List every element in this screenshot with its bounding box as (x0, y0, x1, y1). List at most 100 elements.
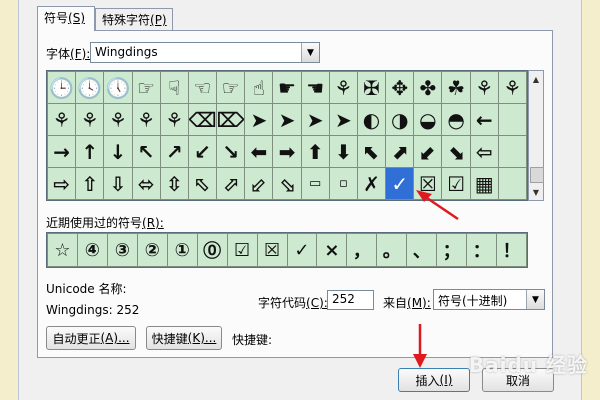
symbol-cell[interactable]: ⇳ (160, 168, 188, 199)
symbol-cell[interactable]: ↓ (104, 136, 132, 167)
recent-symbol-cell[interactable]: ☒ (257, 234, 287, 266)
symbol-cell[interactable]: ↗ (160, 136, 188, 167)
symbol-cell[interactable]: ⬃ (245, 168, 273, 199)
symbol-cell[interactable]: ☜ (188, 72, 217, 103)
symbol-cell[interactable]: ☟ (160, 72, 188, 103)
shortcut-button-label: 快捷键 (151, 331, 188, 346)
shortcut-button-key: (K)... (187, 331, 217, 345)
symbol-cell[interactable]: ◑ (386, 104, 414, 135)
symbol-cell[interactable]: ➤ (301, 104, 329, 135)
recent-symbol-cell[interactable]: ② (137, 234, 167, 266)
symbol-cell[interactable]: ⬉ (357, 136, 386, 167)
symbol-cell[interactable]: ⇨ (48, 168, 76, 199)
symbol-cell[interactable]: ➤ (329, 104, 357, 135)
scroll-thumb[interactable] (530, 167, 544, 183)
recent-symbol-cell[interactable]: ④ (77, 234, 107, 266)
symbol-cell[interactable]: 🕔 (104, 72, 132, 103)
symbol-cell[interactable]: ⌦ (217, 104, 245, 135)
symbol-cell[interactable]: ↘ (217, 136, 245, 167)
symbol-cell[interactable]: ⚘ (498, 72, 526, 103)
char-code-input[interactable]: 252 (327, 290, 374, 310)
symbol-cell[interactable] (498, 136, 526, 167)
tab-special-chars[interactable]: 特殊字符(P) (95, 8, 173, 30)
recent-symbol-cell[interactable]: ！ (497, 234, 526, 266)
recent-symbol-cell[interactable]: ⓪ (197, 234, 227, 266)
symbol-cell[interactable]: ☞ (132, 72, 160, 103)
chevron-down-icon[interactable]: ▼ (526, 290, 544, 309)
symbol-cell[interactable]: ◐ (357, 104, 386, 135)
symbol-cell[interactable]: ⚘ (48, 104, 76, 135)
symbol-cell[interactable]: ↑ (76, 136, 104, 167)
recent-symbol-cell[interactable]: ① (167, 234, 197, 266)
symbol-cell[interactable]: ⌫ (188, 104, 217, 135)
symbol-cell[interactable]: ← (470, 104, 498, 135)
tab-symbols[interactable]: 符号(S) (37, 6, 95, 31)
grid-scrollbar[interactable]: ▲ ▼ (528, 70, 544, 201)
recent-symbol-cell[interactable]: ☑ (227, 234, 257, 266)
symbol-cell[interactable]: ➤ (273, 104, 301, 135)
recent-symbol-cell[interactable]: ； (437, 234, 467, 266)
symbol-cell[interactable]: ✠ (357, 72, 386, 103)
recent-symbol-cell[interactable]: 、 (407, 234, 437, 266)
symbol-cell[interactable] (498, 168, 526, 199)
symbol-cell[interactable]: ⚘ (104, 104, 132, 135)
symbol-cell[interactable]: ☛ (273, 72, 301, 103)
font-label-text: 字体 (46, 47, 71, 61)
from-select[interactable]: 符号(十进制) ▼ (433, 289, 545, 310)
symbol-cell[interactable]: ◓ (442, 104, 470, 135)
symbol-cell[interactable]: ⚘ (160, 104, 188, 135)
symbol-cell[interactable]: ⬄ (132, 168, 160, 199)
recent-symbol-cell[interactable]: ， (347, 234, 377, 266)
recent-symbol-cell[interactable]: × (317, 234, 347, 266)
symbol-cell[interactable]: ⇧ (76, 168, 104, 199)
symbol-cell[interactable]: ⚘ (132, 104, 160, 135)
insert-label: 插入 (415, 373, 440, 388)
recent-symbol-cell[interactable]: ☆ (48, 234, 77, 266)
recent-symbol-cell[interactable]: ✓ (287, 234, 317, 266)
symbol-cell[interactable]: ⬇ (329, 136, 357, 167)
symbol-cell[interactable]: ◒ (414, 104, 442, 135)
symbol-cell[interactable]: ➤ (245, 104, 273, 135)
symbol-cell[interactable]: ☝ (245, 72, 273, 103)
symbol-cell[interactable]: ✤ (414, 72, 442, 103)
recent-symbol-cell[interactable]: 。 (377, 234, 407, 266)
symbol-cell[interactable]: ⬂ (273, 168, 301, 199)
font-select[interactable]: Wingdings ▼ (90, 42, 320, 63)
chevron-down-icon[interactable]: ▼ (301, 43, 319, 62)
symbol-cell[interactable]: ⚘ (329, 72, 357, 103)
symbol-cell[interactable]: 🕒 (48, 72, 76, 103)
symbol-cell[interactable]: ☞ (217, 72, 245, 103)
symbol-cell[interactable]: 🕓 (76, 72, 104, 103)
symbol-cell[interactable]: ▦ (470, 168, 498, 199)
scroll-up-icon[interactable]: ▲ (529, 71, 543, 87)
symbol-cell[interactable] (498, 104, 526, 135)
symbol-cell[interactable]: ⬅ (245, 136, 273, 167)
symbol-cell[interactable]: ⬋ (414, 136, 442, 167)
symbol-cell[interactable]: ▫ (329, 168, 357, 199)
symbol-cell[interactable]: ⬊ (442, 136, 470, 167)
symbol-cell[interactable]: ⚘ (470, 72, 498, 103)
symbol-cell[interactable]: ⬈ (386, 136, 414, 167)
insert-button[interactable]: 插入 (I) (398, 368, 470, 392)
symbol-cell[interactable]: ⬆ (301, 136, 329, 167)
recent-symbol-cell[interactable]: ③ (107, 234, 137, 266)
symbol-cell[interactable]: ✥ (386, 72, 414, 103)
symbol-cell[interactable]: ⇩ (104, 168, 132, 199)
scroll-down-icon[interactable]: ▼ (529, 184, 543, 200)
recent-symbol-cell[interactable]: ： (467, 234, 497, 266)
symbol-cell[interactable]: ↖ (132, 136, 160, 167)
symbol-cell[interactable]: ⇦ (470, 136, 498, 167)
symbol-cell[interactable]: ⬁ (188, 168, 217, 199)
symbol-cell[interactable]: ▭ (301, 168, 329, 199)
autocorrect-button[interactable]: 自动更正 (A)... (46, 326, 136, 350)
char-name: Wingdings: 252 (46, 303, 140, 317)
symbol-cell[interactable]: ✗ (357, 168, 386, 199)
shortcut-key-button[interactable]: 快捷键 (K)... (146, 326, 222, 350)
symbol-cell[interactable]: ☚ (301, 72, 329, 103)
symbol-cell[interactable]: ⚘ (76, 104, 104, 135)
symbol-cell[interactable]: ➡ (273, 136, 301, 167)
symbol-cell[interactable]: → (48, 136, 76, 167)
symbol-cell[interactable]: ⬀ (217, 168, 245, 199)
symbol-cell[interactable]: ↙ (188, 136, 217, 167)
symbol-cell[interactable]: ☘ (442, 72, 470, 103)
